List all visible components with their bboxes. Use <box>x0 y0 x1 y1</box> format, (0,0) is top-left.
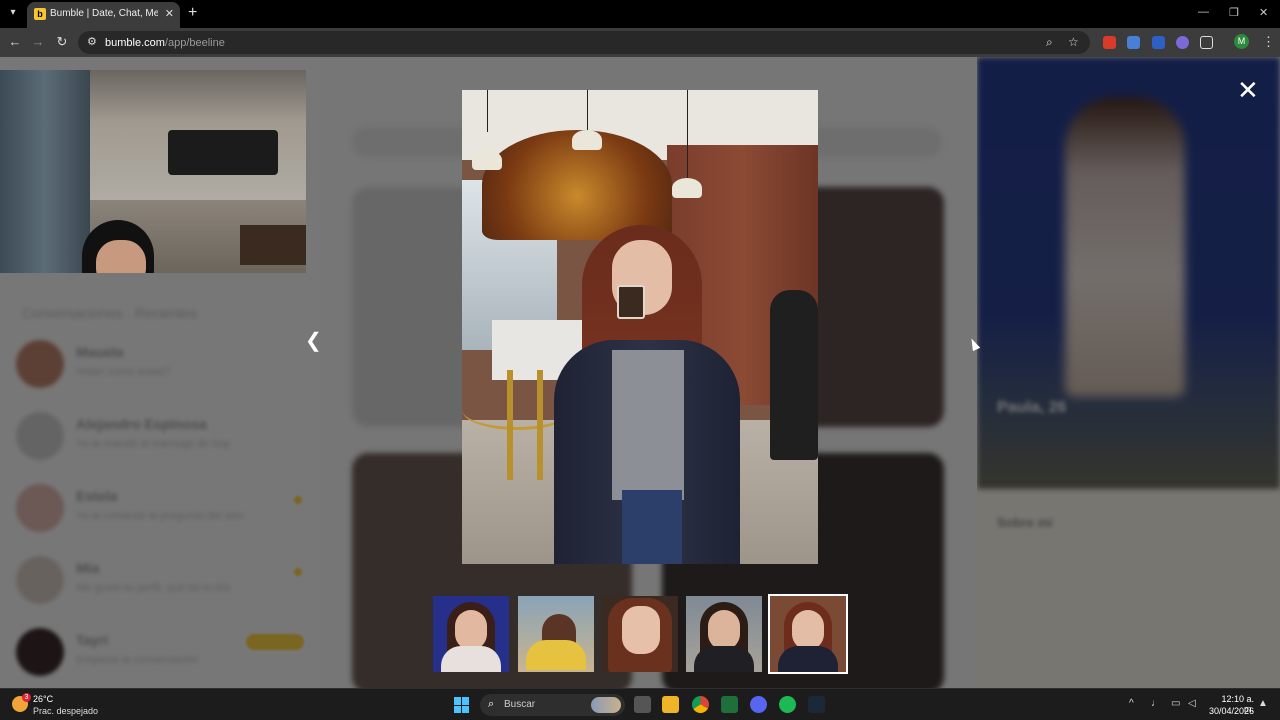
excel-icon[interactable] <box>721 696 738 713</box>
webcam-overlay <box>0 70 306 273</box>
reload-icon[interactable]: ↻ <box>53 34 71 50</box>
back-icon[interactable]: ← <box>6 34 24 49</box>
minimize-icon[interactable]: — <box>1198 6 1209 18</box>
bumble-favicon-icon: b <box>34 8 46 20</box>
photo-thumbnail-selected[interactable] <box>768 594 848 674</box>
discord-icon[interactable] <box>750 696 767 713</box>
browser-toolbar: ← → ↻ ⚙ bumble.com/app/beeline ⌕ ☆ M ⋮ <box>0 28 1280 57</box>
webcam-curtain <box>0 70 90 273</box>
thumbnail-body <box>778 646 838 672</box>
photo-coffee-cup <box>617 285 645 319</box>
photo-thumbnail[interactable] <box>433 596 509 672</box>
thumbnail-body <box>441 646 501 672</box>
chrome-icon[interactable] <box>692 696 709 713</box>
thumbnail-face <box>622 606 660 654</box>
bookmark-extension-icon[interactable] <box>1152 36 1165 49</box>
steam-icon[interactable] <box>808 696 825 713</box>
webcam-bed <box>168 130 278 175</box>
taskbar-search[interactable]: ⌕ Buscar <box>480 694 625 716</box>
search-label: Buscar <box>504 699 536 710</box>
browser-tab-bar: ▾ b Bumble | Date, Chat, Meet New ✕ + — … <box>0 0 1280 28</box>
photo-thumbnail[interactable] <box>518 596 594 672</box>
tab-title: Bumble | Date, Chat, Meet New <box>50 8 158 19</box>
thumbnail-face <box>792 610 824 650</box>
close-tab-icon[interactable]: ✕ <box>165 7 174 20</box>
profile-avatar[interactable]: M <box>1234 34 1249 49</box>
photo-subject-sweater <box>612 350 684 500</box>
chevron-left-icon[interactable]: ❮ <box>305 328 322 353</box>
photo-post <box>507 370 513 480</box>
photo-thumbnail[interactable] <box>602 596 678 672</box>
windows-start-icon[interactable] <box>454 697 470 713</box>
extension-icon[interactable] <box>1103 36 1116 49</box>
notification-badge: 3 <box>22 693 31 702</box>
microphone-icon[interactable]: ♩ <box>1151 698 1161 709</box>
photo-lamp <box>672 178 702 198</box>
network-icon[interactable]: ▭ <box>1171 698 1180 709</box>
thumbnail-body <box>694 646 754 672</box>
browser-tab[interactable]: b Bumble | Date, Chat, Meet New ✕ <box>27 2 180 28</box>
clock-date[interactable]: 30/04/2026 <box>1206 706 1254 716</box>
photo-thumbnail[interactable] <box>686 596 762 672</box>
extensions-puzzle-icon[interactable] <box>1200 36 1213 49</box>
photo-subject-jeans <box>622 490 682 564</box>
weather-temperature[interactable]: 26°C <box>33 694 53 704</box>
address-bar[interactable]: ⚙ bumble.com/app/beeline ⌕ ☆ <box>78 31 1090 54</box>
chevron-up-icon[interactable]: ^ <box>1129 698 1134 709</box>
bookmark-star-icon[interactable]: ☆ <box>1068 35 1079 49</box>
photo-background-person <box>770 290 818 460</box>
photo-lamp <box>472 150 502 170</box>
notifications-bell-icon[interactable]: ▲ <box>1258 698 1268 709</box>
task-view-icon[interactable] <box>634 696 651 713</box>
browser-menu-icon[interactable]: ⋮ <box>1262 34 1275 50</box>
forward-icon[interactable]: → <box>29 34 47 49</box>
photo-lamp-wire <box>587 90 588 132</box>
search-icon: ⌕ <box>488 698 495 710</box>
weather-description[interactable]: Prac. despejado <box>33 706 98 716</box>
volume-icon[interactable]: ◁ <box>1188 698 1196 709</box>
close-icon[interactable]: ✕ <box>1237 77 1259 103</box>
photo-post <box>537 370 543 480</box>
photo-lamp-wire <box>487 90 488 132</box>
close-window-icon[interactable]: ✕ <box>1259 6 1268 19</box>
translate-extension-icon[interactable] <box>1127 36 1140 49</box>
ai-extension-icon[interactable] <box>1176 36 1189 49</box>
zoom-icon[interactable]: ⌕ <box>1046 35 1053 50</box>
tab-search-icon[interactable]: ▾ <box>5 5 21 21</box>
photo-lamp <box>572 130 602 150</box>
lightbox-photo <box>462 90 818 564</box>
thumbnail-face <box>708 610 740 650</box>
url-text: bumble.com/app/beeline <box>105 37 225 49</box>
restore-icon[interactable]: ❐ <box>1229 6 1239 19</box>
webcam-table <box>240 225 306 265</box>
thumbnail-face <box>455 610 487 650</box>
spotify-icon[interactable] <box>779 696 796 713</box>
site-info-icon[interactable]: ⚙ <box>87 35 97 48</box>
new-tab-icon[interactable]: + <box>188 4 197 22</box>
search-highlight-image <box>591 697 621 713</box>
thumbnail-body <box>526 640 586 670</box>
photo-lamp-wire <box>687 90 688 180</box>
file-explorer-icon[interactable] <box>662 696 679 713</box>
webcam-person-face <box>96 240 146 273</box>
windows-taskbar: 3 26°C Prac. despejado ⌕ Buscar ^ ♩ ▭ ◁ … <box>0 688 1280 720</box>
